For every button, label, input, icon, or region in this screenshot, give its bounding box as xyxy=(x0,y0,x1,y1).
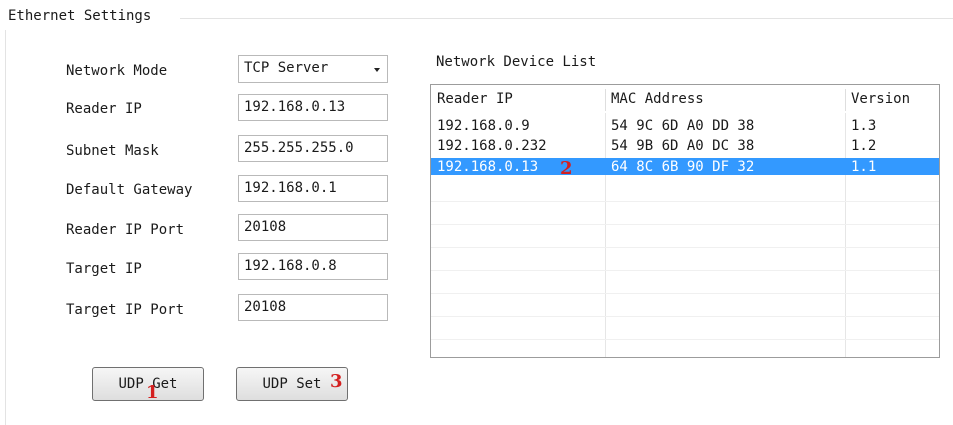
cell-version: 1.3 xyxy=(851,118,877,134)
list-header: Reader IP MAC Address Version xyxy=(431,85,939,113)
reader-ip-port-label: Reader IP Port xyxy=(66,222,185,238)
row-gridline xyxy=(431,339,939,340)
column-header-mac-address[interactable]: MAC Address xyxy=(611,91,704,107)
column-divider[interactable] xyxy=(845,89,846,111)
row-gridline xyxy=(431,247,939,248)
table-row[interactable]: 192.168.0.232 54 9B 6D A0 DC 38 1.2 xyxy=(431,137,939,154)
step-marker-2: 2 xyxy=(560,158,573,179)
step-marker-3: 3 xyxy=(330,371,343,392)
cell-version: 1.1 xyxy=(851,159,877,175)
network-device-list[interactable]: Reader IP MAC Address Version 192.168.0.… xyxy=(430,84,940,358)
cell-reader-ip: 192.168.0.232 xyxy=(437,138,547,154)
network-mode-select[interactable]: TCP Server xyxy=(238,55,388,83)
row-gridline xyxy=(431,224,939,225)
cell-version: 1.2 xyxy=(851,138,877,154)
table-row-selected[interactable]: 192.168.0.13 64 8C 6B 90 DF 32 1.1 xyxy=(431,158,939,175)
row-gridline xyxy=(431,270,939,271)
target-ip-input[interactable]: 192.168.0.8 xyxy=(238,253,388,280)
table-row[interactable]: 192.168.0.9 54 9C 6D A0 DD 38 1.3 xyxy=(431,117,939,134)
row-gridline xyxy=(431,316,939,317)
ethernet-settings-group-title: Ethernet Settings xyxy=(6,8,154,24)
target-ip-label: Target IP xyxy=(66,261,142,277)
row-gridline xyxy=(431,293,939,294)
reader-ip-port-input[interactable]: 20108 xyxy=(238,214,388,241)
column-header-version[interactable]: Version xyxy=(851,91,910,107)
group-border-top xyxy=(180,18,953,19)
network-device-list-title: Network Device List xyxy=(436,54,597,70)
target-ip-port-input[interactable]: 20108 xyxy=(238,294,388,321)
reader-ip-input[interactable]: 192.168.0.13 xyxy=(238,94,388,121)
row-gridline xyxy=(431,201,939,202)
step-marker-1: 1 xyxy=(146,382,159,403)
network-mode-label: Network Mode xyxy=(66,63,168,79)
column-header-reader-ip[interactable]: Reader IP xyxy=(437,91,513,107)
column-divider[interactable] xyxy=(605,89,606,111)
network-mode-value: TCP Server xyxy=(244,60,329,76)
cell-reader-ip: 192.168.0.9 xyxy=(437,118,530,134)
group-border-left xyxy=(5,30,6,425)
cell-mac-address: 54 9B 6D A0 DC 38 xyxy=(611,138,755,154)
default-gateway-label: Default Gateway xyxy=(66,182,193,198)
cell-mac-address: 64 8C 6B 90 DF 32 xyxy=(611,159,755,175)
subnet-mask-input[interactable]: 255.255.255.0 xyxy=(238,135,388,162)
reader-ip-label: Reader IP xyxy=(66,101,142,117)
subnet-mask-label: Subnet Mask xyxy=(66,143,159,159)
default-gateway-input[interactable]: 192.168.0.1 xyxy=(238,175,388,202)
cell-reader-ip: 192.168.0.13 xyxy=(437,159,539,175)
dropdown-arrow-icon[interactable] xyxy=(374,68,380,72)
target-ip-port-label: Target IP Port xyxy=(66,302,185,318)
cell-mac-address: 54 9C 6D A0 DD 38 xyxy=(611,118,755,134)
